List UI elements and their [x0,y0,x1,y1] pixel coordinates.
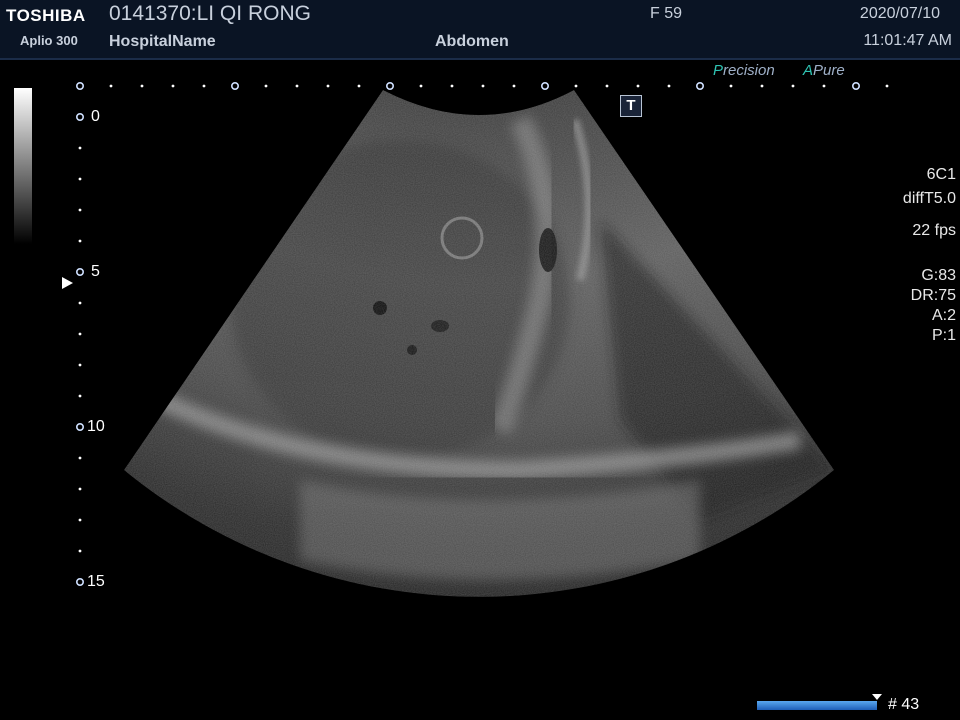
lateral-scale-minor [140,84,144,88]
imaging-mode-label: diffT5.0 [902,190,956,207]
depth-scale-minor [78,549,82,553]
probe-label: 6C1 [926,166,956,183]
lateral-scale-minor [171,84,175,88]
ultrasound-image [76,82,889,597]
lateral-scale-minor [636,84,640,88]
lateral-scale-minor [791,84,795,88]
frame-number: # 43 [888,696,920,713]
depth-label-10: 10 [87,418,105,435]
depth-scale-major [76,422,85,431]
depth-scale-minor [78,208,82,212]
lateral-scale-minor [667,84,671,88]
lateral-scale-minor [605,84,609,88]
lateral-scale-minor [481,84,485,88]
depth-scale-minor [78,518,82,522]
lateral-scale-minor [295,84,299,88]
depth-scale [76,113,85,586]
lateral-scale-minor [450,84,454,88]
depth-scale-minor [78,146,82,150]
lateral-scale-major [231,82,240,91]
frame-rate-label: 22 fps [912,222,956,239]
lateral-scale-major [695,82,704,91]
depth-scale-minor [78,332,82,336]
lateral-scale-minor [822,84,826,88]
depth-label-5: 5 [91,263,100,280]
gain-label: G:83 [921,267,956,284]
depth-label-15: 15 [87,573,105,590]
p-param-label: P:1 [931,327,956,344]
lateral-scale-minor [885,84,889,88]
lateral-scale-minor [574,84,578,88]
lateral-scale-minor [760,84,764,88]
lateral-scale-major [76,82,85,91]
cine-position-marker[interactable] [872,694,882,700]
lateral-scale-minor [264,84,268,88]
lateral-scale-major [851,82,860,91]
depth-label-0: 0 [91,108,100,125]
cine-progress-bar[interactable] [757,701,877,710]
depth-scale-minor [78,487,82,491]
depth-scale-minor [78,394,82,398]
lateral-scale-minor [512,84,516,88]
focus-marker[interactable] [62,277,73,289]
depth-scale-minor [78,239,82,243]
t-mode-icon[interactable]: T [620,95,642,117]
lateral-scale-minor [729,84,733,88]
lateral-scale-minor [109,84,113,88]
lateral-scale-minor [202,84,206,88]
lateral-scale-minor [357,84,361,88]
depth-scale-major [76,113,85,122]
lateral-scale-major [385,82,394,91]
depth-scale-minor [78,363,82,367]
dynamic-range-label: DR:75 [910,287,956,304]
a-param-label: A:2 [931,307,956,324]
lateral-scale-minor [326,84,330,88]
depth-scale-major [76,577,85,586]
lateral-scale [76,82,889,91]
depth-scale-major [76,267,85,276]
lateral-scale-minor [419,84,423,88]
depth-scale-minor [78,177,82,181]
lateral-scale-major [540,82,549,91]
depth-scale-minor [78,301,82,305]
depth-scale-minor [78,456,82,460]
